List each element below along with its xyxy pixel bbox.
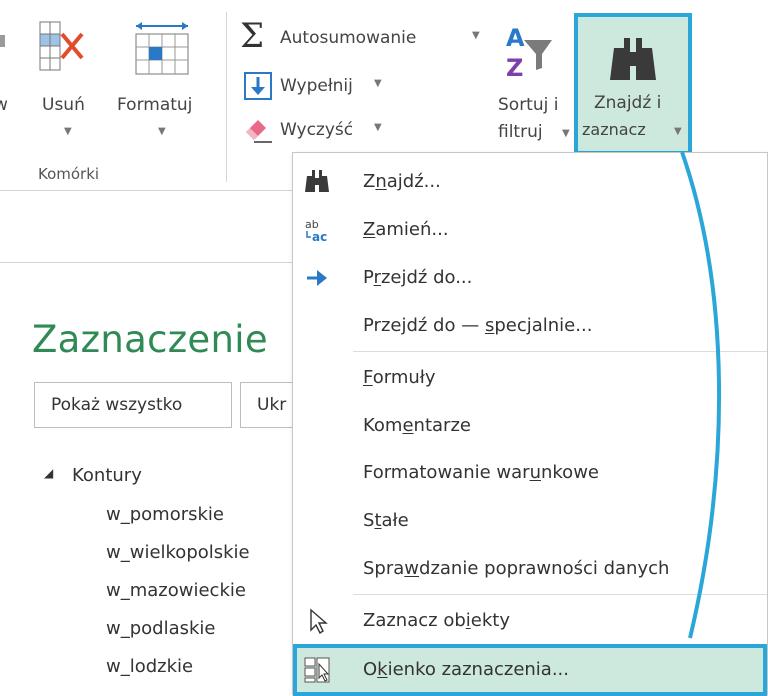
tree-item[interactable]: w_mazowieckie: [106, 580, 246, 601]
hide-all-button[interactable]: Ukr: [240, 382, 300, 428]
svg-text:A: A: [506, 24, 525, 52]
menu-item-label: Przejdź do — specjalnie...: [363, 315, 593, 336]
tree-item[interactable]: w_pomorskie: [106, 504, 224, 525]
sort-filter-label-line2: filtruj: [498, 122, 543, 142]
format-cells-icon: [135, 22, 189, 75]
eraser-icon: [246, 120, 272, 143]
delete-cells-icon: [39, 21, 84, 71]
tree-item[interactable]: w_lodzkie: [106, 656, 193, 677]
tree-collapse-icon[interactable]: ◢: [44, 466, 53, 480]
tree-root-kontury[interactable]: Kontury: [72, 465, 142, 486]
svg-text:ac: ac: [312, 230, 327, 244]
sigma-icon: Σ: [240, 16, 265, 56]
autosum-button[interactable]: Σ Autosumowanie ▼: [240, 16, 492, 56]
group-separator: [226, 12, 227, 182]
menu-item-label: Formuły: [363, 367, 436, 388]
cells-group-label: Komórki: [38, 165, 100, 183]
fill-down-icon: [244, 72, 272, 100]
find-select-callout-frame: [574, 13, 692, 155]
tree-item[interactable]: w_wielkopolskie: [106, 542, 250, 563]
chevron-down-icon: ▼: [374, 78, 382, 89]
tree-item[interactable]: w_podlaskie: [106, 618, 216, 639]
formula-bar-border: [0, 262, 292, 263]
format-cells-button[interactable]: Formatuj ▼: [112, 18, 212, 148]
selection-pane-callout-frame: [293, 644, 767, 696]
svg-text:Z: Z: [506, 54, 523, 82]
chevron-down-icon: ▼: [562, 128, 570, 139]
clear-label: Wyczyść: [280, 120, 354, 140]
menu-item-label: Sprawdzanie poprawności danych: [363, 558, 670, 579]
chevron-down-icon: ▼: [374, 122, 382, 133]
selection-pane-title: Zaznaczenie: [32, 318, 268, 361]
sort-filter-label-line1: Sortuj i: [498, 95, 559, 115]
autosum-label: Autosumowanie: [280, 28, 417, 48]
fill-button[interactable]: Wypełnij ▼: [240, 68, 400, 100]
sort-filter-icon: A Z: [506, 24, 552, 82]
chevron-down-icon: ▼: [472, 30, 480, 41]
ribbon-left-fragment-icon: [0, 35, 5, 47]
menu-item-label: Zaznacz obiekty: [363, 610, 510, 631]
hide-all-label: Ukr: [257, 395, 287, 415]
menu-item-label: Zamień...: [363, 219, 449, 240]
sort-filter-button[interactable]: A Z Sortuj i filtruj ▼: [494, 18, 574, 158]
replace-icon: ab ac: [305, 218, 327, 244]
arrow-right-icon: [307, 270, 327, 286]
delete-cells-label: Usuń: [42, 95, 85, 115]
show-all-label: Pokaż wszystko: [51, 395, 183, 415]
fill-label: Wypełnij: [280, 76, 353, 96]
chevron-down-icon: ▼: [158, 126, 166, 137]
callout-connector-line: [680, 151, 722, 639]
menu-item-label: Przejdź do...: [363, 267, 473, 288]
ribbon-bottom-border: [0, 190, 292, 191]
binoculars-icon: [305, 170, 329, 192]
cursor-icon: [310, 608, 328, 635]
ribbon-left-fragment-label[interactable]: w: [0, 95, 8, 115]
format-cells-label: Formatuj: [117, 95, 193, 115]
clear-button[interactable]: Wyczyść ▼: [240, 114, 400, 146]
show-all-button[interactable]: Pokaż wszystko: [34, 382, 232, 428]
menu-item-label: Stałe: [363, 510, 409, 531]
menu-item-label: Formatowanie warunkowe: [363, 462, 599, 483]
menu-item-label: Komentarze: [363, 415, 471, 436]
delete-cells-button[interactable]: Usuń ▼: [36, 18, 102, 148]
chevron-down-icon: ▼: [64, 126, 72, 137]
menu-item-label: Znajdź...: [363, 171, 441, 192]
